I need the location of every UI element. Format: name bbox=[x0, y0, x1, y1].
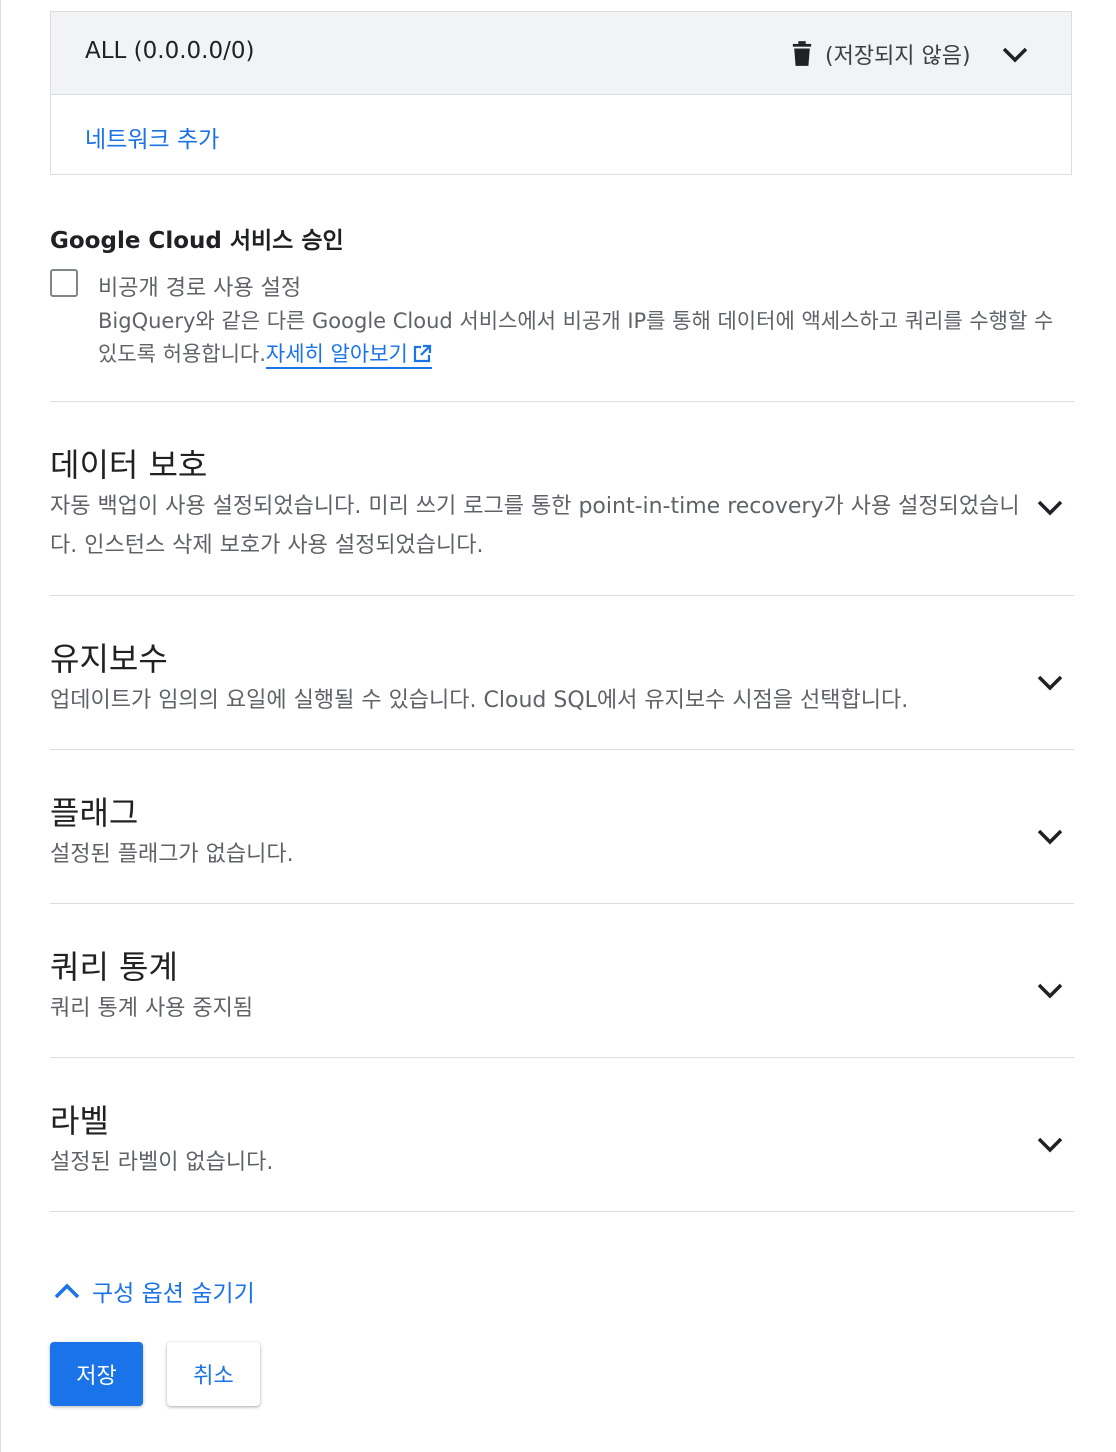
trash-icon[interactable] bbox=[791, 40, 813, 68]
external-link-icon bbox=[413, 344, 431, 363]
network-row[interactable]: ALL (0.0.0.0/0) (저장되지 않음) bbox=[51, 12, 1071, 95]
divider bbox=[50, 903, 1074, 904]
chevron-down-icon[interactable] bbox=[1034, 820, 1066, 852]
authorized-networks-panel: ALL (0.0.0.0/0) (저장되지 않음) 네트워크 추가 bbox=[50, 11, 1072, 175]
gcs-authorization-title: Google Cloud 서비스 승인 bbox=[50, 228, 344, 254]
chevron-down-icon[interactable] bbox=[1034, 491, 1066, 523]
section-flags[interactable]: 플래그 설정된 플래그가 없습니다. bbox=[50, 791, 1074, 874]
network-name: ALL (0.0.0.0/0) bbox=[85, 38, 255, 64]
section-description: 설정된 플래그가 없습니다. bbox=[50, 842, 294, 867]
chevron-down-icon[interactable] bbox=[1034, 1128, 1066, 1160]
section-title: 데이터 보호 bbox=[50, 446, 208, 484]
left-border bbox=[0, 0, 1, 1452]
hide-config-options-label: 구성 옵션 숨기기 bbox=[92, 1281, 255, 1307]
section-description: 쿼리 통계 사용 중지됨 bbox=[50, 996, 254, 1021]
add-network-link[interactable]: 네트워크 추가 bbox=[85, 120, 219, 154]
section-query-insights[interactable]: 쿼리 통계 쿼리 통계 사용 중지됨 bbox=[50, 945, 1074, 1028]
divider bbox=[50, 1211, 1074, 1212]
hide-config-options-toggle[interactable]: 구성 옵션 숨기기 bbox=[50, 1274, 255, 1308]
section-title: 라벨 bbox=[50, 1102, 109, 1140]
chevron-up-icon bbox=[54, 1283, 80, 1299]
divider bbox=[50, 595, 1074, 596]
section-title: 유지보수 bbox=[50, 640, 168, 678]
section-description: 업데이트가 임의의 요일에 실행될 수 있습니다. Cloud SQL에서 유지… bbox=[50, 688, 909, 713]
private-path-description-text: BigQuery와 같은 다른 Google Cloud 서비스에서 비공개 I… bbox=[98, 309, 1054, 366]
private-path-checkbox[interactable] bbox=[50, 269, 78, 297]
section-title: 쿼리 통계 bbox=[50, 948, 178, 986]
learn-more-label: 자세히 알아보기 bbox=[265, 342, 408, 366]
divider bbox=[50, 401, 1074, 402]
learn-more-link[interactable]: 자세히 알아보기 bbox=[265, 342, 432, 369]
private-path-label: 비공개 경로 사용 설정 bbox=[98, 276, 302, 301]
private-path-description: BigQuery와 같은 다른 Google Cloud 서비스에서 비공개 I… bbox=[98, 305, 1078, 371]
section-description: 설정된 라벨이 없습니다. bbox=[50, 1150, 274, 1175]
chevron-down-icon[interactable] bbox=[1034, 974, 1066, 1006]
section-labels[interactable]: 라벨 설정된 라벨이 없습니다. bbox=[50, 1099, 1074, 1182]
divider bbox=[50, 749, 1074, 750]
section-title: 플래그 bbox=[50, 794, 139, 832]
divider bbox=[50, 1057, 1074, 1058]
chevron-down-icon[interactable] bbox=[999, 38, 1031, 70]
section-data-protection[interactable]: 데이터 보호 자동 백업이 사용 설정되었습니다. 미리 쓰기 로그를 통한 p… bbox=[50, 443, 1074, 565]
section-description: 자동 백업이 사용 설정되었습니다. 미리 쓰기 로그를 통한 point-in… bbox=[50, 494, 1020, 558]
section-maintenance[interactable]: 유지보수 업데이트가 임의의 요일에 실행될 수 있습니다. Cloud SQL… bbox=[50, 637, 1074, 720]
chevron-down-icon[interactable] bbox=[1034, 666, 1066, 698]
save-button[interactable]: 저장 bbox=[50, 1342, 143, 1406]
network-unsaved-status: (저장되지 않음) bbox=[825, 44, 971, 69]
cancel-button[interactable]: 취소 bbox=[167, 1342, 260, 1406]
